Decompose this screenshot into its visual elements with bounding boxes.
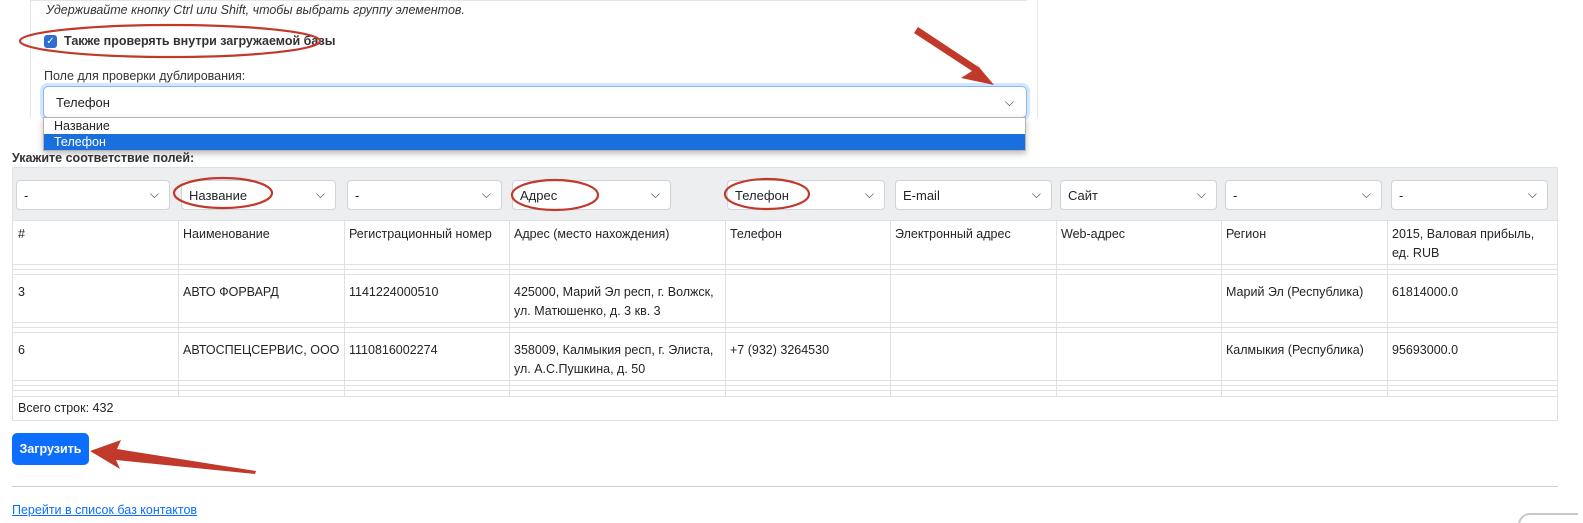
grid-line [13,327,1557,328]
column-select-2[interactable]: Название ⌵ [181,180,336,210]
annotation-arrow [90,440,256,474]
table-cell: 3 [18,285,25,299]
column-header: Электронный адрес [895,227,1011,241]
check-inside-label: Также проверять внутри загружаемой базы [64,34,336,48]
column-select-value: E-mail [903,187,940,203]
mapping-table: - ⌵ Название ⌵ - ⌵ Адрес ⌵ Телефон ⌵ E-mail ⌵ … [12,167,1558,421]
column-select-3[interactable]: - ⌵ [347,180,502,210]
duplicate-check-panel: Удерживайте кнопку Ctrl или Shift, чтобы… [30,0,1038,118]
grid-line [13,264,1557,265]
dup-field-label: Поле для проверки дублирования: [44,69,246,83]
column-select-value: Сайт [1068,187,1098,203]
grid-line [13,385,1557,386]
grid-line [1221,220,1222,396]
table-cell: АВТО ФОРВАРД [183,285,279,299]
dup-option-name[interactable]: Название [44,118,1025,134]
grid-line [13,269,1557,270]
grid-line [1056,220,1057,396]
column-header: Наименование [183,227,270,241]
table-cell: 61814000.0 [1392,285,1459,299]
column-header: # [18,227,25,241]
column-header: 2015, Валовая прибыль, ед. RUB [1392,227,1535,260]
mapping-select-row: - ⌵ Название ⌵ - ⌵ Адрес ⌵ Телефон ⌵ E-mail ⌵ … [13,168,1557,220]
mapping-label: Укажите соответствие полей: [12,151,195,165]
column-select-4[interactable]: Адрес ⌵ [512,180,671,210]
table-cell: +7 (932) 3264530 [730,343,830,357]
table-cell: Калмыкия (Республика) [1226,343,1364,357]
column-header: Web-адрес [1061,227,1126,241]
table-cell: 6 [18,343,25,357]
column-select-8[interactable]: - ⌵ [1225,180,1382,210]
contacts-list-link[interactable]: Перейти в список баз контактов [12,503,197,517]
dup-option-phone[interactable]: Телефон [44,134,1025,150]
column-select-value: - [24,187,29,203]
divider [31,0,1027,1]
grid-line [13,390,1557,391]
grid-line [13,322,1557,323]
column-select-1[interactable]: - ⌵ [16,180,170,210]
grid-line [13,380,1557,381]
column-select-value: Адрес [520,187,558,203]
grid-line [890,220,891,396]
chevron-down-icon: ⌵ [149,187,159,201]
chevron-down-icon: ⌵ [1004,95,1014,109]
chevron-down-icon: ⌵ [481,187,491,201]
table-cell: АВТОСПЕЦСЕРВИС, ООО [183,343,340,357]
dup-field-value: Телефон [56,94,110,110]
column-select-6[interactable]: E-mail ⌵ [895,180,1052,210]
grid-line [13,274,1557,275]
column-select-7[interactable]: Сайт ⌵ [1060,180,1217,210]
table-cell: 425000, Марий Эл респ, г. Волжск, ул. Ма… [514,285,714,318]
grid-line [13,220,1557,221]
dup-field-select[interactable]: Телефон ⌵ [43,86,1027,118]
column-header: Регион [1226,227,1267,241]
table-cell: Марий Эл (Республика) [1226,285,1364,299]
column-select-value: Название [189,187,248,203]
column-select-9[interactable]: - ⌵ [1391,180,1548,210]
column-select-value: - [1233,187,1238,203]
grid-line [178,220,179,396]
corner-decoration [1518,513,1578,523]
grid-line [13,396,1557,397]
grid-line [13,332,1557,333]
table-cell: 358009, Калмыкия респ, г. Элиста, ул. А.… [514,343,714,376]
upload-button[interactable]: Загрузить [12,433,89,465]
chevron-down-icon: ⌵ [864,187,874,201]
check-icon[interactable]: ✓ [44,34,57,48]
grid-line [1387,220,1388,396]
column-header: Регистрационный номер [349,227,492,241]
column-header: Адрес (место нахождения) [514,227,670,241]
chevron-down-icon: ⌵ [1196,187,1206,201]
check-inside-checkbox-row[interactable]: ✓ Также проверять внутри загружаемой баз… [44,34,335,48]
grid-line [344,220,345,396]
column-header: Телефон [730,227,782,241]
column-select-value: - [355,187,360,203]
chevron-down-icon: ⌵ [1361,187,1371,201]
grid-line [725,220,726,396]
divider [12,486,1558,487]
table-cell: 1110816002274 [349,343,438,357]
table-cell: 95693000.0 [1392,343,1459,357]
column-select-value: - [1399,187,1404,203]
grid-line [509,220,510,396]
dup-field-listbox[interactable]: Название Телефон [43,117,1026,151]
chevron-down-icon: ⌵ [315,187,325,201]
table-cell: 1141224000510 [349,285,439,299]
chevron-down-icon: ⌵ [1031,187,1041,201]
chevron-down-icon: ⌵ [650,187,660,201]
chevron-down-icon: ⌵ [1527,187,1537,201]
column-select-value: Телефон [735,187,789,203]
column-select-5[interactable]: Телефон ⌵ [727,180,885,210]
multi-select-hint: Удерживайте кнопку Ctrl или Shift, чтобы… [46,3,465,17]
total-rows: Всего строк: 432 [18,401,114,415]
